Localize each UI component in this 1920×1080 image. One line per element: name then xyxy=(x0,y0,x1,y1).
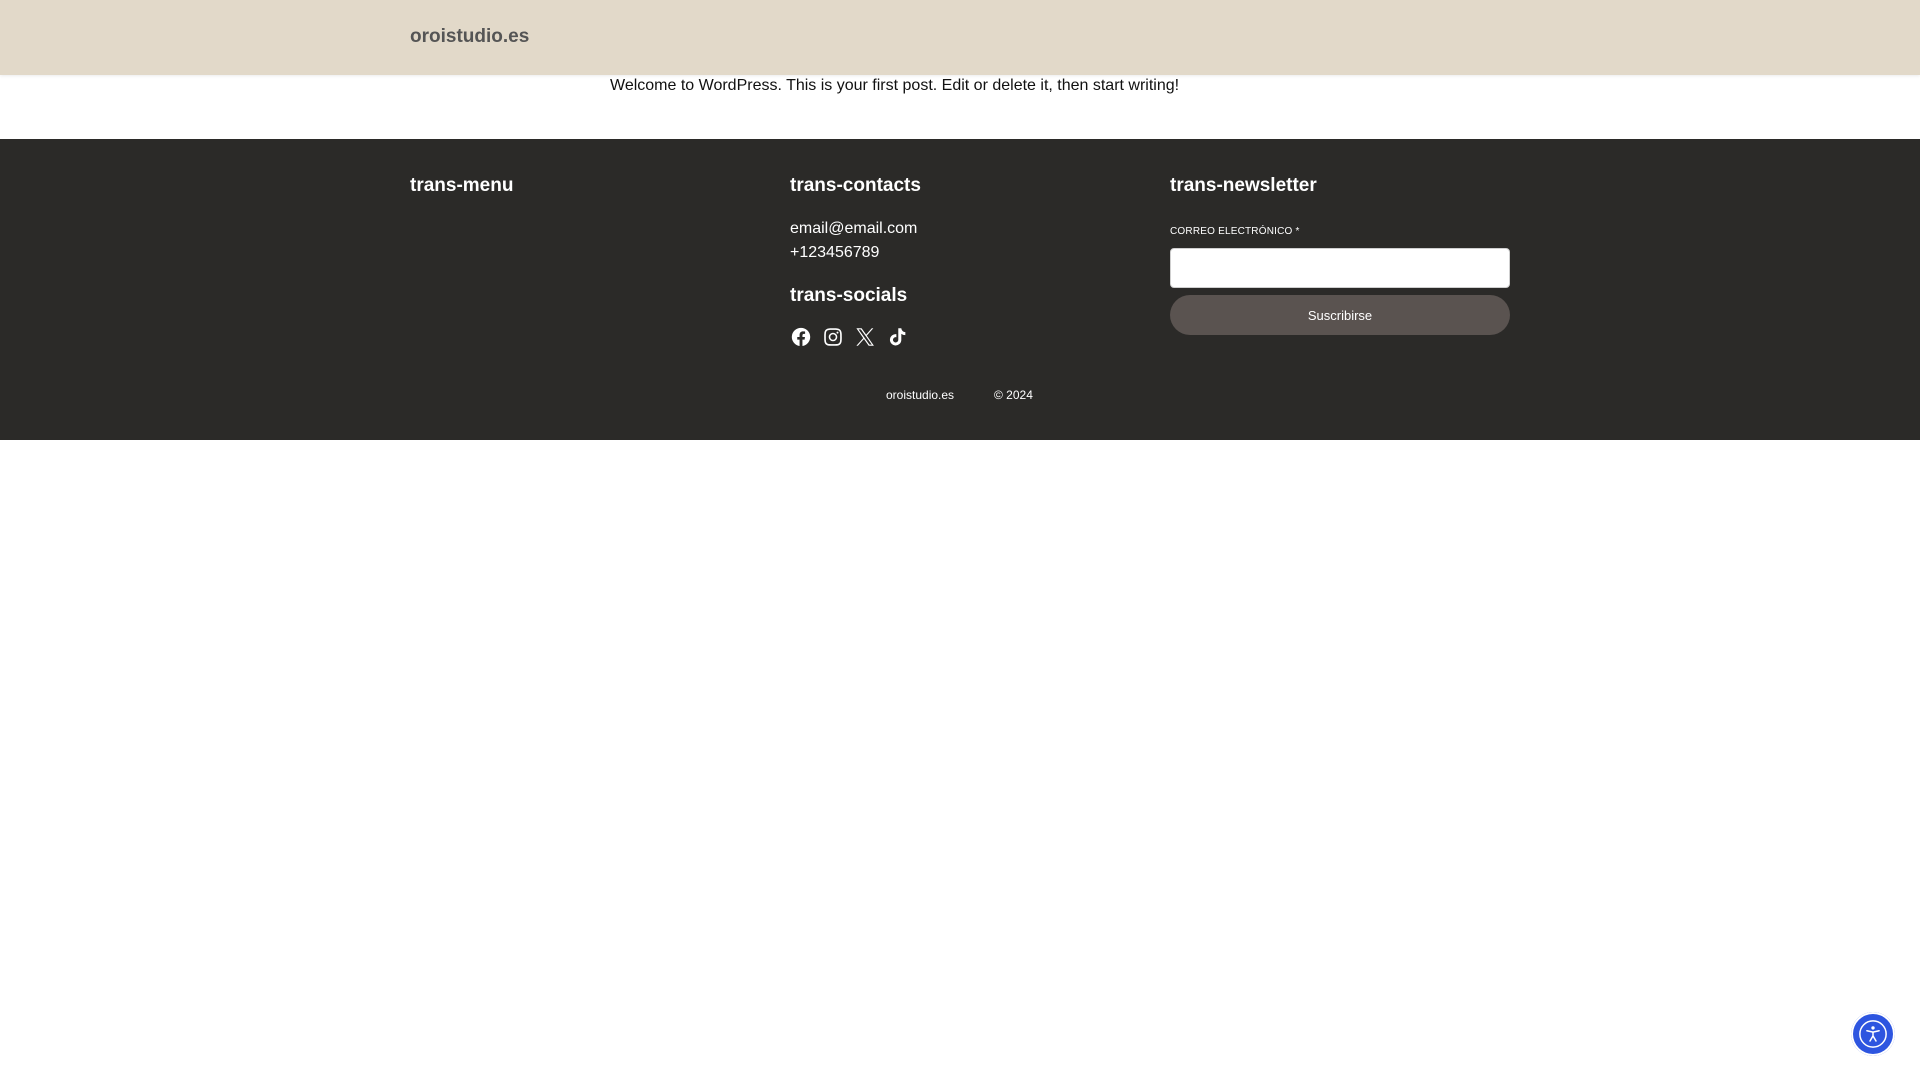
footer-site-link[interactable]: oroistudio.es xyxy=(886,388,954,402)
site-footer: trans-menu trans-contacts email@email.co… xyxy=(0,139,1920,440)
x-icon[interactable] xyxy=(854,326,876,348)
contact-email-link[interactable]: email@email.com xyxy=(790,220,917,238)
instagram-icon[interactable] xyxy=(822,326,844,348)
accessibility-button[interactable] xyxy=(1851,1012,1895,1056)
facebook-icon[interactable] xyxy=(790,326,812,348)
newsletter-email-input[interactable] xyxy=(1170,248,1510,288)
contact-phone-link[interactable]: +123456789 xyxy=(790,244,879,262)
tiktok-icon[interactable] xyxy=(886,326,908,348)
subscribe-button[interactable]: Suscribirse xyxy=(1170,295,1510,335)
site-header: oroistudio.es xyxy=(0,0,1920,75)
accessibility-icon xyxy=(1859,1020,1887,1048)
newsletter-email-label: CORREO ELECTRÓNICO * xyxy=(1170,226,1300,237)
footer-copyright: © 2024 xyxy=(994,388,1033,402)
socials-heading: trans-socials xyxy=(790,285,908,306)
newsletter-heading: trans-newsletter xyxy=(1170,175,1317,196)
contacts-heading: trans-contacts xyxy=(790,175,921,196)
social-links xyxy=(790,326,908,348)
post-content: Welcome to WordPress. This is your first… xyxy=(610,77,1180,94)
menu-heading: trans-menu xyxy=(410,175,514,196)
site-title-link[interactable]: oroistudio.es xyxy=(410,26,529,48)
